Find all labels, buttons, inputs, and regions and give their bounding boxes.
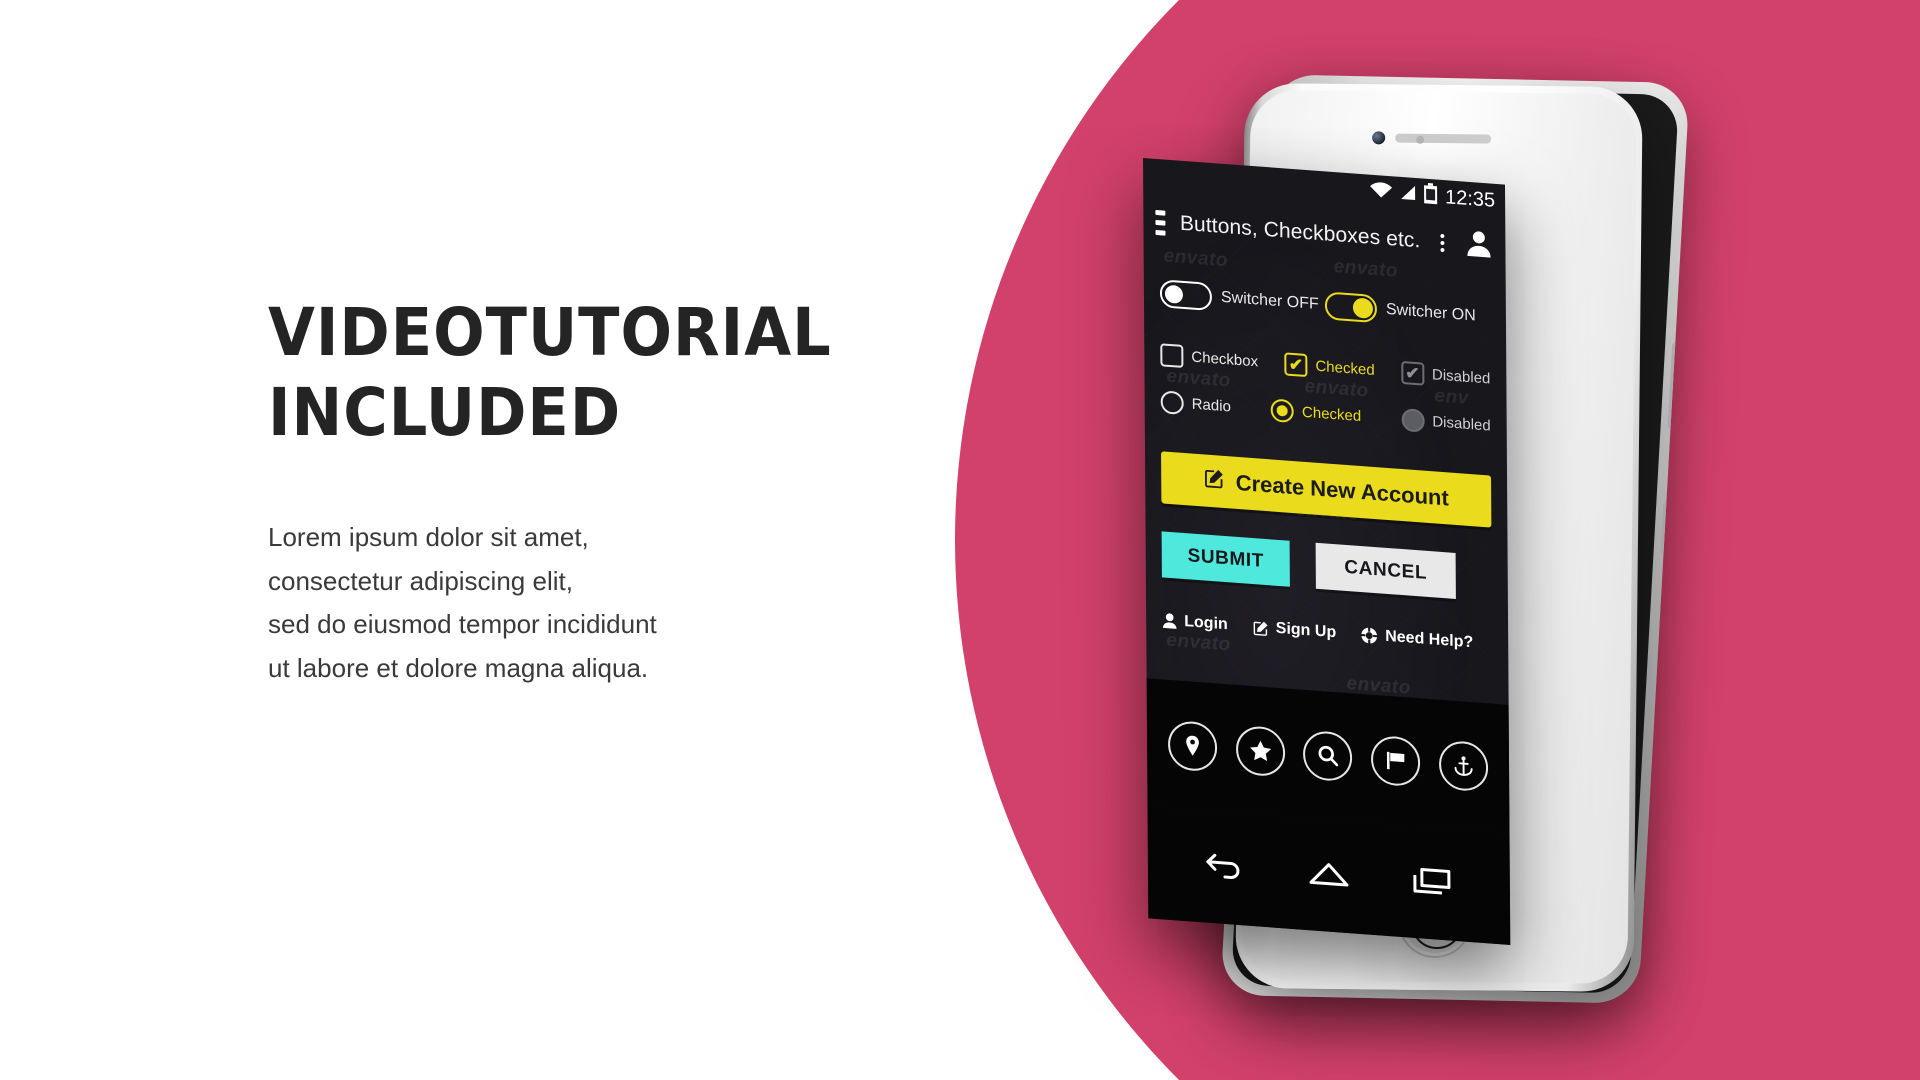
radio-row: Radio Checked Disabled xyxy=(1160,390,1491,438)
signup-link[interactable]: Sign Up xyxy=(1252,618,1337,642)
user-icon xyxy=(1163,613,1177,629)
radio-checked[interactable]: Checked xyxy=(1270,398,1362,428)
create-account-button[interactable]: Create New Account xyxy=(1161,451,1492,528)
star-icon[interactable] xyxy=(1235,724,1286,777)
headline-line-2: INCLUDED xyxy=(268,374,622,451)
app-title: Buttons, Checkboxes etc. xyxy=(1179,211,1421,253)
create-account-label: Create New Account xyxy=(1235,469,1449,511)
checkbox-disabled: ✔ Disabled xyxy=(1400,360,1491,391)
battery-icon xyxy=(1423,182,1438,210)
body-line-1: Lorem ipsum dolor sit amet, xyxy=(268,522,589,552)
checkbox-disabled-label: Disabled xyxy=(1431,366,1491,388)
lifebuoy-icon xyxy=(1360,626,1378,645)
checkbox-plain[interactable]: Checkbox xyxy=(1160,343,1258,373)
pink-background-fill xyxy=(1700,0,1920,1080)
checkbox-checked[interactable]: ✔ Checked xyxy=(1284,352,1375,382)
promo-body-text: Lorem ipsum dolor sit amet, consectetur … xyxy=(268,516,888,691)
front-phone-screen: envato envato envato envato env envato e… xyxy=(1143,158,1511,946)
map-pin-icon[interactable] xyxy=(1168,719,1218,772)
switcher-on-toggle[interactable] xyxy=(1324,291,1378,324)
radio-input[interactable] xyxy=(1160,390,1184,416)
earpiece-speaker xyxy=(1395,133,1492,144)
flag-icon[interactable] xyxy=(1370,734,1421,787)
footer-links: Login Sign Up Need Help? xyxy=(1162,611,1492,653)
switcher-off-group[interactable]: Switcher OFF xyxy=(1159,279,1325,319)
body-line-3: sed do eiusmod tempor incididunt xyxy=(268,609,657,640)
checkbox-input[interactable] xyxy=(1160,343,1184,368)
back-icon[interactable] xyxy=(1205,850,1245,886)
need-help-link[interactable]: Need Help? xyxy=(1360,626,1473,652)
need-help-label: Need Help? xyxy=(1385,627,1474,652)
switcher-on-label: Switcher ON xyxy=(1385,300,1476,325)
anchor-icon[interactable] xyxy=(1438,739,1488,792)
user-account-icon[interactable] xyxy=(1464,228,1493,264)
promo-copy: VIDEOTUTORIAL INCLUDED Lorem ipsum dolor… xyxy=(268,300,888,691)
cancel-button[interactable]: CANCEL xyxy=(1315,542,1456,600)
checkbox-checked-label: Checked xyxy=(1315,357,1375,380)
signal-icon xyxy=(1400,182,1416,206)
recents-icon[interactable] xyxy=(1412,865,1452,901)
wifi-icon xyxy=(1369,180,1393,205)
body-line-4: ut labore et dolore magna aliqua. xyxy=(268,653,649,684)
checkbox-input-checked[interactable]: ✔ xyxy=(1284,352,1308,378)
edit-pencil-icon xyxy=(1253,621,1268,636)
proximity-sensor xyxy=(1416,135,1425,144)
login-label: Login xyxy=(1184,613,1228,634)
radio-input-checked[interactable] xyxy=(1270,398,1295,424)
headline-line-1: VIDEOTUTORIAL xyxy=(268,294,832,371)
status-time: 12:35 xyxy=(1444,185,1496,212)
radio-checked-label: Checked xyxy=(1301,403,1362,426)
app-content: 12:35 Buttons, Checkboxes etc. Switcher … xyxy=(1143,158,1511,946)
submit-button[interactable]: SUBMIT xyxy=(1161,531,1290,587)
edit-pencil-icon xyxy=(1204,466,1226,496)
page-title: VIDEOTUTORIAL INCLUDED xyxy=(268,300,900,446)
action-button-row: SUBMIT CANCEL xyxy=(1161,531,1492,601)
checkbox-row: Checkbox ✔ Checked ✔ Disabled xyxy=(1160,343,1490,390)
checkbox-input-disabled: ✔ xyxy=(1400,360,1425,386)
front-camera xyxy=(1372,131,1386,145)
search-icon[interactable] xyxy=(1303,729,1353,782)
radio-plain[interactable]: Radio xyxy=(1160,390,1231,418)
radio-disabled-label: Disabled xyxy=(1432,413,1491,435)
radio-input-disabled xyxy=(1401,407,1425,433)
kebab-menu-icon[interactable] xyxy=(1434,233,1450,253)
switcher-row: Switcher OFF Switcher ON xyxy=(1159,279,1490,331)
signup-label: Sign Up xyxy=(1275,619,1337,642)
switcher-off-toggle[interactable] xyxy=(1159,279,1213,312)
form-body: Switcher OFF Switcher ON Checkbox ✔ Chec… xyxy=(1144,250,1509,655)
hamburger-icon[interactable] xyxy=(1155,209,1166,236)
body-line-2: consectetur adipiscing elit, xyxy=(268,565,573,596)
radio-disabled: Disabled xyxy=(1401,407,1491,438)
switcher-off-label: Switcher OFF xyxy=(1220,288,1319,313)
login-link[interactable]: Login xyxy=(1162,611,1228,634)
switcher-on-group[interactable]: Switcher ON xyxy=(1324,291,1490,331)
checkbox-plain-label: Checkbox xyxy=(1191,348,1259,371)
radio-plain-label: Radio xyxy=(1191,395,1231,416)
home-icon[interactable] xyxy=(1309,859,1349,893)
